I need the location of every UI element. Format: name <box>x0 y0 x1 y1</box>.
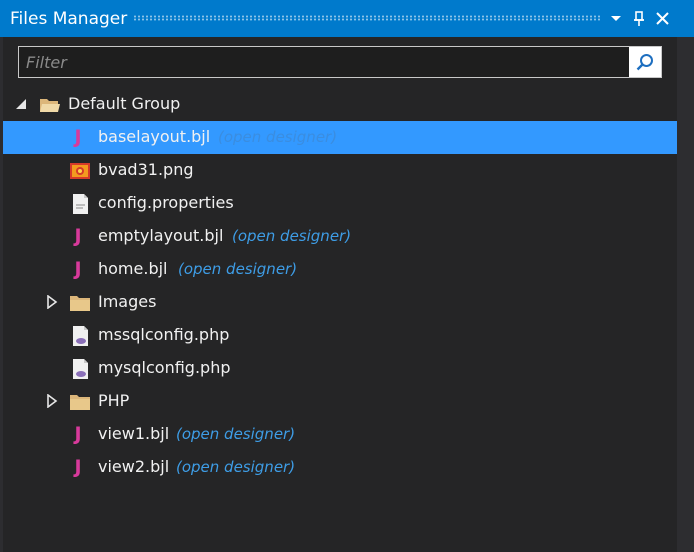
tree-folder-images[interactable]: Images <box>3 286 677 319</box>
search-icon <box>636 54 653 71</box>
item-label: view1.bjl <box>98 424 170 443</box>
drag-grip[interactable] <box>133 15 602 21</box>
tree-item-view2[interactable]: J view2.bjl (open designer) <box>3 451 677 484</box>
item-label: PHP <box>98 391 130 410</box>
close-button[interactable] <box>651 0 673 37</box>
pin-button[interactable] <box>628 0 650 37</box>
tree-item-config-properties[interactable]: config.properties <box>3 187 677 220</box>
open-designer-link[interactable]: (open designer) <box>178 260 297 278</box>
files-tree-area: Default Group J baselayout.bjl (open des… <box>3 37 677 552</box>
panel-right-edge <box>677 37 694 552</box>
folder-icon <box>70 395 90 410</box>
open-designer-link[interactable]: (open designer) <box>176 458 295 476</box>
open-designer-link[interactable]: (open designer) <box>232 227 351 245</box>
open-folder-icon <box>40 99 60 112</box>
filter-box <box>18 46 662 78</box>
bjl-file-icon: J <box>74 126 82 148</box>
group-label: Default Group <box>68 94 181 113</box>
files-tree: Default Group J baselayout.bjl (open des… <box>3 88 677 484</box>
php-file-icon <box>73 359 88 379</box>
item-label: home.bjl <box>98 259 168 278</box>
open-designer-link[interactable]: (open designer) <box>218 128 337 146</box>
text-file-icon <box>73 194 88 214</box>
tree-item-mssqlconfig[interactable]: mssqlconfig.php <box>3 319 677 352</box>
item-label: Images <box>98 292 157 311</box>
filter-input[interactable] <box>19 47 627 77</box>
tree-group-default[interactable]: Default Group <box>3 88 677 121</box>
tree-item-mysqlconfig[interactable]: mysqlconfig.php <box>3 352 677 385</box>
window-position-dropdown-button[interactable] <box>605 0 627 37</box>
close-icon <box>655 12 669 25</box>
tree-folder-php[interactable]: PHP <box>3 385 677 418</box>
files-manager-panel: Files Manager Filter Default Group J bas… <box>0 0 694 552</box>
tree-item-bvad31[interactable]: bvad31.png <box>3 154 677 187</box>
bjl-file-icon: J <box>74 456 82 478</box>
panel-title-bar[interactable]: Files Manager <box>0 0 694 37</box>
item-label: baselayout.bjl <box>98 127 211 146</box>
expand-arrow-collapsed-icon[interactable] <box>45 394 59 408</box>
item-label: emptylayout.bjl <box>98 226 224 245</box>
bjl-file-icon: J <box>74 423 82 445</box>
item-label: bvad31.png <box>98 160 194 179</box>
tree-item-view1[interactable]: J view1.bjl (open designer) <box>3 418 677 451</box>
tree-item-emptylayout[interactable]: J emptylayout.bjl (open designer) <box>3 220 677 253</box>
item-label: config.properties <box>98 193 234 212</box>
image-file-icon <box>70 163 90 179</box>
item-label: view2.bjl <box>98 457 170 476</box>
panel-title: Files Manager <box>10 9 128 29</box>
chevron-down-icon <box>611 15 621 21</box>
item-label: mssqlconfig.php <box>98 325 230 344</box>
bjl-file-icon: J <box>74 258 82 280</box>
pin-icon <box>634 10 644 26</box>
expand-arrow-collapsed-icon[interactable] <box>45 295 59 309</box>
tree-item-baselayout[interactable]: J baselayout.bjl (open designer) <box>3 121 677 154</box>
bjl-file-icon: J <box>74 225 82 247</box>
expand-collapse-arrow-expanded-icon[interactable] <box>14 97 28 111</box>
search-button[interactable] <box>629 47 661 77</box>
item-label: mysqlconfig.php <box>98 358 231 377</box>
tree-item-home[interactable]: J home.bjl (open designer) <box>3 253 677 286</box>
php-file-icon <box>73 326 88 346</box>
open-designer-link[interactable]: (open designer) <box>176 425 295 443</box>
folder-icon <box>70 296 90 311</box>
